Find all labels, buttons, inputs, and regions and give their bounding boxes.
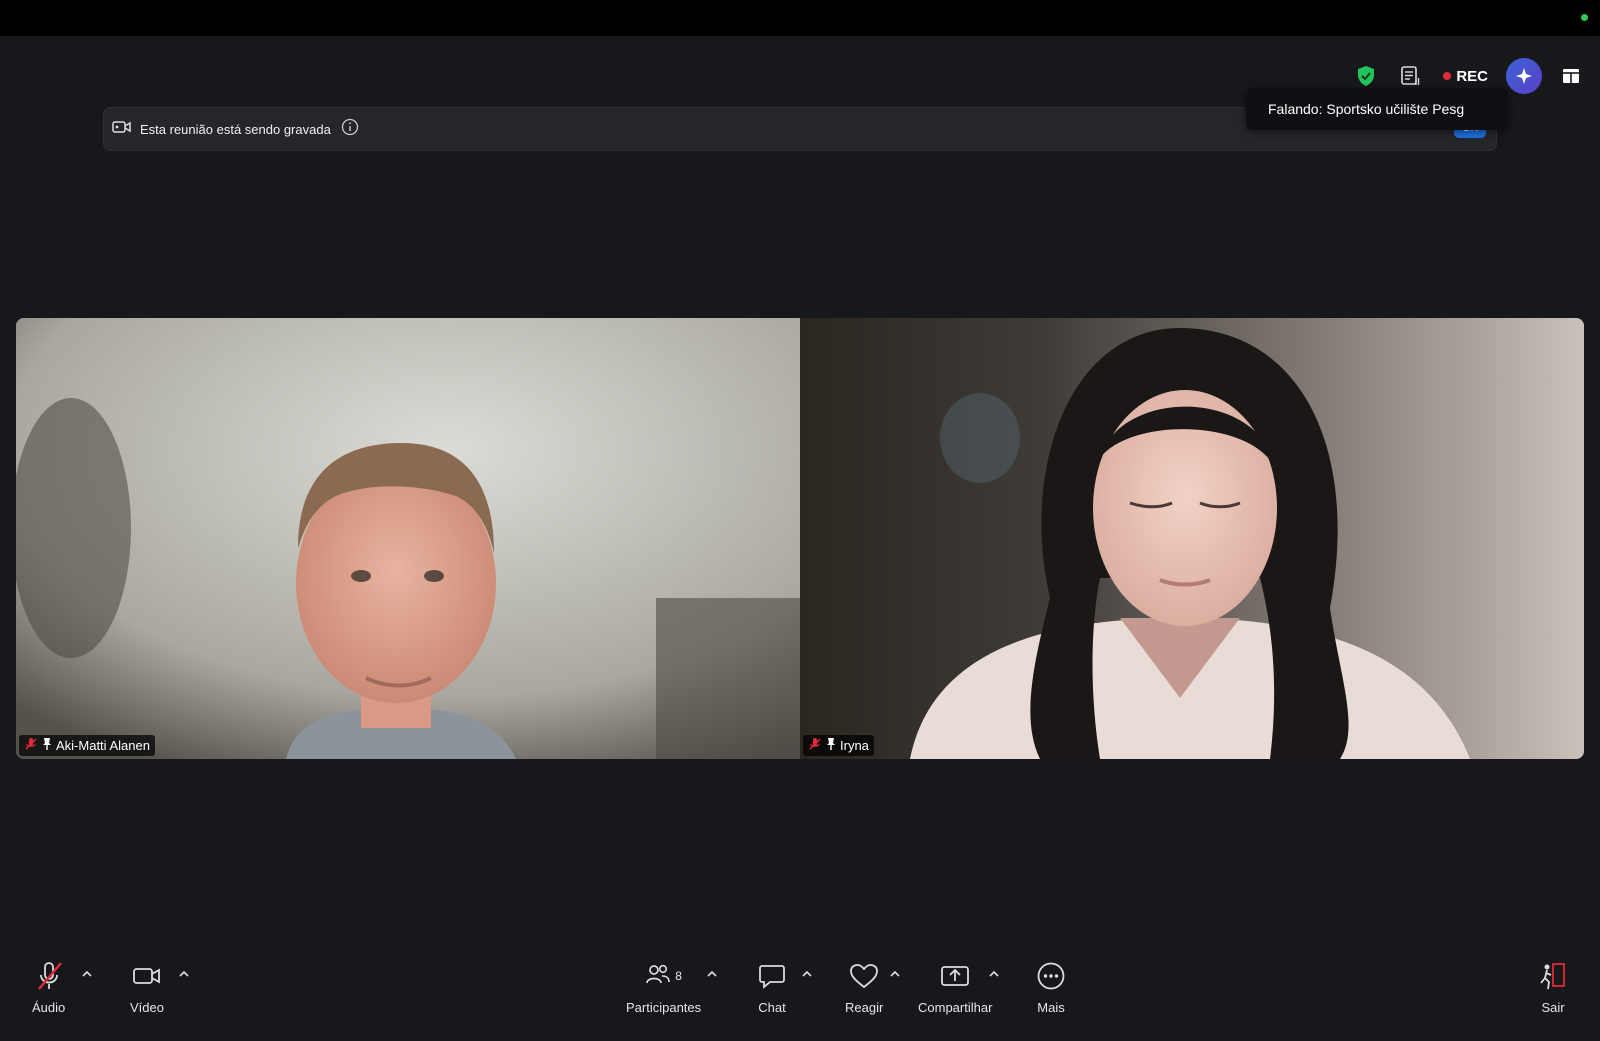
participants-icon <box>645 963 671 990</box>
chat-bubble-icon <box>758 960 786 992</box>
participant-1-video <box>16 318 800 759</box>
audio-label: Áudio <box>32 1000 66 1015</box>
share-screen-button[interactable]: Compartilhar <box>918 960 992 1015</box>
more-label: Mais <box>1037 1000 1065 1015</box>
leave-label: Sair <box>1541 1000 1565 1015</box>
leave-door-icon <box>1538 960 1568 992</box>
view-grid-icon[interactable] <box>1556 61 1586 91</box>
recording-label: REC <box>1456 67 1488 85</box>
muted-mic-icon <box>808 737 822 754</box>
react-options-chevron-up-icon[interactable] <box>888 966 902 980</box>
participants-options-chevron-up-icon[interactable] <box>705 966 719 980</box>
participants-label: Participantes <box>626 1000 702 1015</box>
meeting-toolbar: Áudio Vídeo 8 Participantes Chat Reagir … <box>0 960 1600 1041</box>
mic-muted-icon <box>35 960 63 992</box>
video-camera-icon <box>112 120 132 139</box>
video-button[interactable]: Vídeo <box>130 960 164 1015</box>
participant-name: Aki-Matti Alanen <box>56 738 150 753</box>
participants-count: 8 <box>675 969 682 983</box>
audio-options-chevron-up-icon[interactable] <box>80 966 94 980</box>
participant-name-tag: Iryna <box>803 735 874 756</box>
participant-name: Iryna <box>840 738 869 753</box>
more-ellipsis-icon <box>1036 960 1066 992</box>
share-options-chevron-up-icon[interactable] <box>987 966 1001 980</box>
active-speaker-tooltip: Falando: Sportsko učilište Pesg <box>1246 88 1508 130</box>
chat-label: Chat <box>758 1000 786 1015</box>
video-label: Vídeo <box>130 1000 164 1015</box>
recording-indicator[interactable]: REC <box>1439 68 1492 85</box>
participant-name-tag: Aki-Matti Alanen <box>19 735 155 756</box>
window-titlebar <box>0 0 1600 36</box>
video-tile-participant-2[interactable]: Iryna <box>800 318 1584 759</box>
video-tile-participant-1[interactable]: Aki-Matti Alanen <box>16 318 800 759</box>
chat-options-chevron-up-icon[interactable] <box>800 966 814 980</box>
participants-icon-group: 8 <box>645 960 682 992</box>
participants-button[interactable]: 8 Participantes <box>626 960 701 1015</box>
ai-companion-sparkle-icon[interactable] <box>1506 58 1542 94</box>
transcript-icon[interactable] <box>1395 61 1425 91</box>
status-indicator <box>1581 14 1588 21</box>
react-label: Reagir <box>845 1000 884 1015</box>
more-button[interactable]: Mais <box>1036 960 1066 1015</box>
muted-mic-icon <box>24 737 38 754</box>
video-camera-icon <box>132 960 162 992</box>
security-shield-icon[interactable] <box>1351 61 1381 91</box>
pin-icon <box>41 737 53 754</box>
react-button[interactable]: Reagir <box>845 960 883 1015</box>
share-screen-icon <box>940 960 970 992</box>
audio-button[interactable]: Áudio <box>32 960 65 1015</box>
recording-notice-text: Esta reunião está sendo gravada <box>140 121 331 137</box>
participant-2-video <box>800 318 1584 759</box>
heart-icon <box>849 960 879 992</box>
share-label: Compartilhar <box>918 1000 993 1015</box>
leave-button[interactable]: Sair <box>1538 960 1568 1015</box>
chat-button[interactable]: Chat <box>758 960 786 1015</box>
video-options-chevron-up-icon[interactable] <box>177 966 191 980</box>
info-icon[interactable] <box>341 118 359 141</box>
pin-icon <box>825 737 837 754</box>
recording-dot-icon <box>1443 72 1452 80</box>
